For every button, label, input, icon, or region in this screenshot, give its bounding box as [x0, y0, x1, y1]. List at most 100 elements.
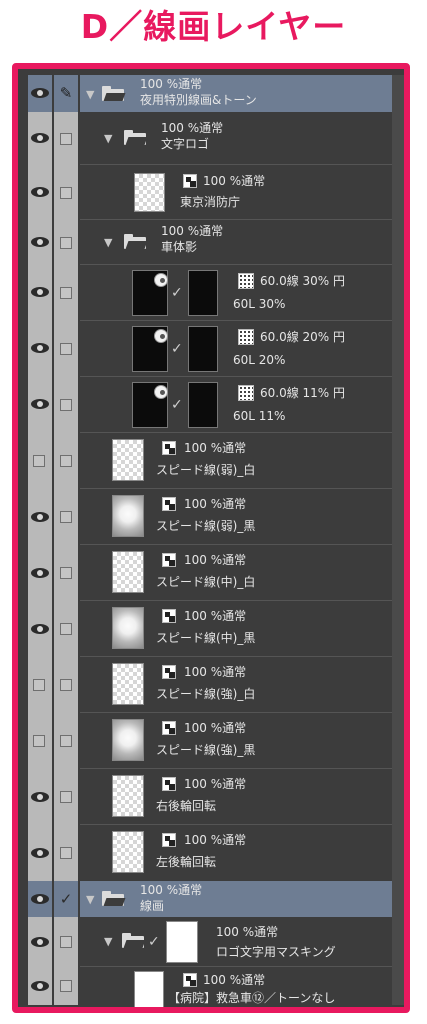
layer-name: スピード線(中)_白: [156, 575, 256, 589]
layer-name: 車体影: [161, 240, 198, 254]
hidden-checkbox-icon[interactable]: [33, 735, 45, 747]
checkbox-icon[interactable]: [60, 399, 72, 411]
layer-row-tone[interactable]: ✓ 60.0線 11% 円 60L 11%: [28, 377, 392, 433]
layer-row[interactable]: 100 %通常 右後輪回転: [28, 769, 392, 825]
chevron-down-icon[interactable]: ▼: [86, 89, 98, 101]
eye-icon[interactable]: [31, 623, 49, 635]
raster-layer-icon: [162, 833, 176, 847]
layer-name: 60L 30%: [233, 297, 286, 311]
layer-row[interactable]: 100 %通常 スピード線(弱)_黒: [28, 489, 392, 545]
chevron-down-icon[interactable]: ▼: [104, 237, 116, 249]
layer-row-folder[interactable]: ▼ ✓ 100 %通常 ロゴ文字用マスキング: [28, 917, 392, 967]
check-icon: ✓: [171, 341, 183, 357]
chevron-down-icon[interactable]: ▼: [86, 894, 98, 906]
eye-icon[interactable]: [31, 893, 49, 905]
layer-name: 夜用特別線画&トーン: [140, 93, 257, 107]
layer-mode: 60.0線 30% 円: [260, 274, 346, 288]
checkbox-icon[interactable]: [60, 679, 72, 691]
layer-row[interactable]: 100 %通常 【病院】救急車⑫／トーンなし: [28, 967, 392, 1007]
check-icon[interactable]: ✓: [58, 891, 74, 907]
layer-row[interactable]: 100 %通常 スピード線(強)_白: [28, 657, 392, 713]
chevron-down-icon[interactable]: ▼: [104, 936, 116, 948]
layer-row-folder[interactable]: ▼ 100 %通常 車体影: [28, 220, 392, 265]
checkbox-icon[interactable]: [60, 847, 72, 859]
eye-icon[interactable]: [31, 132, 49, 144]
layer-row-folder[interactable]: ✓ ▼ 100 %通常 線画: [28, 881, 392, 917]
layer-name: 左後輪回転: [156, 855, 217, 869]
layer-thumbnail: [112, 831, 144, 873]
checkbox-icon[interactable]: [60, 343, 72, 355]
layer-row[interactable]: 100 %通常 スピード線(強)_黒: [28, 713, 392, 769]
raster-layer-icon: [162, 441, 176, 455]
tone-icon: [238, 273, 254, 289]
page-title: D／線画レイヤー: [80, 7, 347, 46]
layer-panel-frame: ✎ ▼ 100 %通常 夜用特別線画&トーン ▼ 100 %通常 文字ロゴ 10…: [12, 63, 410, 1013]
tone-icon: [238, 385, 254, 401]
chevron-down-icon[interactable]: ▼: [104, 133, 116, 145]
layer-thumbnail: [112, 719, 144, 761]
layer-row[interactable]: 100 %通常 東京消防庁: [28, 165, 392, 220]
layer-mode: 100 %通常: [184, 553, 247, 567]
eye-icon[interactable]: [31, 398, 49, 410]
layer-row-folder[interactable]: ▼ 100 %通常 文字ロゴ: [28, 112, 392, 165]
checkbox-icon[interactable]: [60, 237, 72, 249]
eye-icon[interactable]: [31, 236, 49, 248]
mask-thumbnail: [166, 921, 198, 963]
eye-icon[interactable]: [31, 186, 49, 198]
layer-row-tone[interactable]: ✓ 60.0線 30% 円 60L 30%: [28, 265, 392, 321]
layer-thumbnail: [112, 495, 144, 537]
folder-icon: [102, 891, 126, 906]
layer-mode: 100 %通常: [184, 721, 247, 735]
layer-name: スピード線(強)_黒: [156, 743, 256, 757]
eye-icon[interactable]: [31, 791, 49, 803]
checkbox-icon[interactable]: [60, 511, 72, 523]
layer-mode: 100 %通常: [161, 121, 224, 135]
checkbox-icon[interactable]: [60, 936, 72, 948]
eye-icon[interactable]: [31, 342, 49, 354]
hidden-checkbox-icon[interactable]: [33, 679, 45, 691]
layer-thumbnail: [112, 775, 144, 817]
mask-icon: [154, 273, 168, 287]
checkbox-icon[interactable]: [60, 187, 72, 199]
folder-icon: [122, 933, 146, 948]
layer-panel: ✎ ▼ 100 %通常 夜用特別線画&トーン ▼ 100 %通常 文字ロゴ 10…: [28, 75, 392, 1007]
checkbox-icon[interactable]: [60, 287, 72, 299]
layer-name: 右後輪回転: [156, 799, 217, 813]
eye-icon[interactable]: [31, 87, 49, 99]
mask-thumbnail: [188, 382, 218, 428]
eye-icon[interactable]: [31, 286, 49, 298]
eye-icon[interactable]: [31, 847, 49, 859]
tone-icon: [238, 329, 254, 345]
checkbox-icon[interactable]: [60, 791, 72, 803]
layer-row-folder[interactable]: ✎ ▼ 100 %通常 夜用特別線画&トーン: [28, 75, 392, 112]
layer-row[interactable]: 100 %通常 左後輪回転: [28, 825, 392, 881]
eye-icon[interactable]: [31, 980, 49, 992]
checkbox-icon[interactable]: [60, 735, 72, 747]
eye-icon[interactable]: [31, 936, 49, 948]
checkbox-icon[interactable]: [60, 133, 72, 145]
layer-mode: 100 %通常: [203, 174, 266, 188]
scrollbar[interactable]: [392, 75, 404, 1005]
checkbox-icon[interactable]: [60, 623, 72, 635]
layer-row[interactable]: 100 %通常 スピード線(中)_白: [28, 545, 392, 601]
folder-icon: [102, 86, 126, 101]
hidden-checkbox-icon[interactable]: [33, 455, 45, 467]
eye-icon[interactable]: [31, 567, 49, 579]
checkbox-icon[interactable]: [60, 980, 72, 992]
checkbox-icon[interactable]: [60, 567, 72, 579]
eye-icon[interactable]: [31, 511, 49, 523]
checkbox-icon[interactable]: [60, 455, 72, 467]
layer-mode: 100 %通常: [140, 883, 203, 897]
layer-row-tone[interactable]: ✓ 60.0線 20% 円 60L 20%: [28, 321, 392, 377]
layer-name: スピード線(弱)_黒: [156, 519, 256, 533]
layer-mode: 100 %通常: [184, 441, 247, 455]
layer-mode: 60.0線 11% 円: [260, 386, 346, 400]
layer-row[interactable]: 100 %通常 スピード線(中)_黒: [28, 601, 392, 657]
raster-layer-icon: [162, 497, 176, 511]
layer-mode: 60.0線 20% 円: [260, 330, 346, 344]
layer-mode: 100 %通常: [203, 973, 266, 987]
pen-icon[interactable]: ✎: [57, 85, 75, 101]
layer-row[interactable]: 100 %通常 スピード線(弱)_白: [28, 433, 392, 489]
layer-thumbnail: [134, 971, 164, 1007]
layer-thumbnail: [112, 663, 144, 705]
